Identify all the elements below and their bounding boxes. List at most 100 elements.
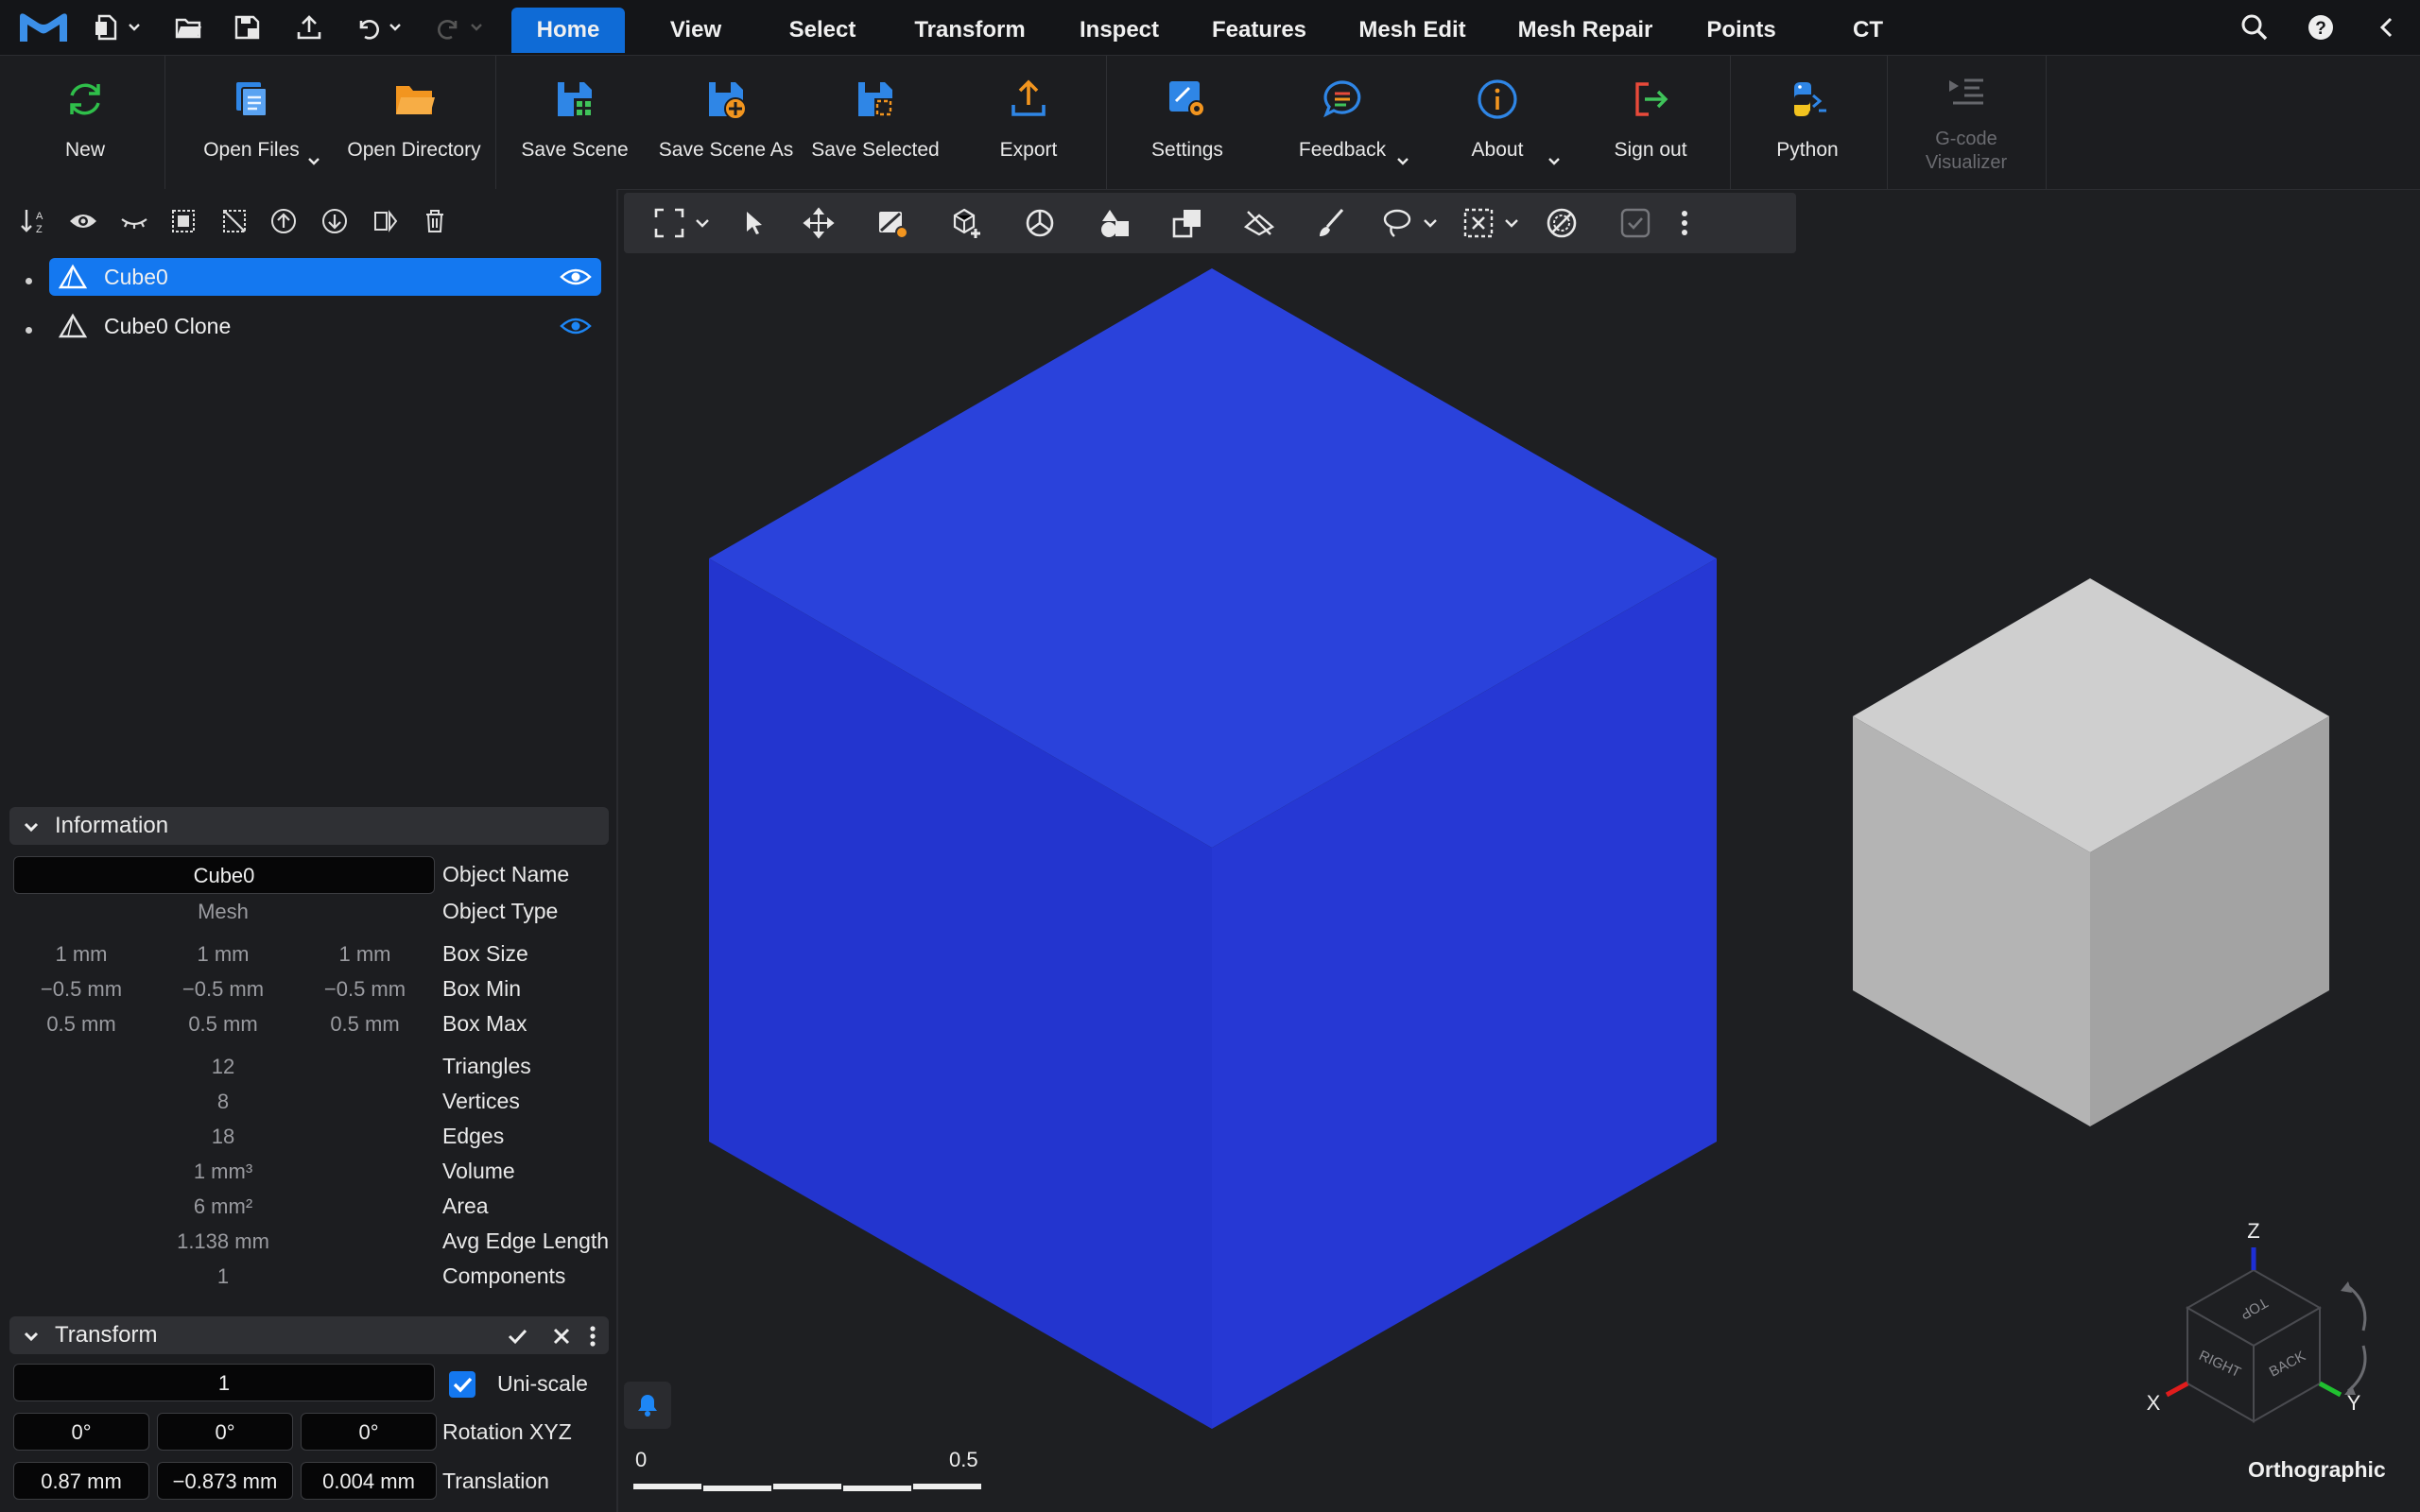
sign-out-button[interactable]: Sign out	[1594, 56, 1707, 189]
feedback-button[interactable]: Feedback	[1286, 56, 1399, 189]
tab-transform[interactable]: Transform	[902, 8, 1038, 53]
tab-mesh-edit[interactable]: Mesh Edit	[1346, 8, 1478, 53]
ribbon-separator	[1730, 56, 1731, 189]
object-type-value: Mesh	[198, 900, 249, 923]
save-selected-button[interactable]: Save Selected	[809, 56, 942, 189]
collapse-arrow-icon[interactable]	[2371, 11, 2403, 43]
reset-x-icon[interactable]	[552, 1327, 571, 1346]
lasso-icon[interactable]	[1380, 206, 1414, 240]
translation-y-input[interactable]: −0.873 mm	[157, 1462, 293, 1500]
chevron-down-icon[interactable]	[306, 154, 321, 169]
search-icon[interactable]	[2238, 11, 2271, 43]
transform-section-header[interactable]: Transform	[9, 1316, 609, 1354]
box-max-x: 0.5 mm	[46, 1012, 116, 1036]
cube0-mesh[interactable]	[709, 268, 1717, 1429]
open-directory-button[interactable]: Open Directory	[340, 56, 488, 189]
apply-check-icon[interactable]	[507, 1326, 527, 1347]
save-scene-button[interactable]: Save Scene	[518, 56, 631, 189]
sort-icon[interactable]: AZ	[19, 206, 49, 236]
object-name-input[interactable]: Cube0	[13, 856, 435, 894]
chevron-down-icon[interactable]	[1395, 154, 1410, 169]
rotation-x-input[interactable]: 0°	[13, 1413, 149, 1451]
tab-ct[interactable]: CT	[1830, 8, 1906, 53]
uniscale-checkbox[interactable]	[448, 1370, 476, 1399]
new-file-quick-button[interactable]	[93, 9, 142, 45]
notifications-button[interactable]	[624, 1382, 671, 1429]
redo-button[interactable]	[435, 9, 484, 45]
chevron-down-icon[interactable]	[1503, 206, 1520, 240]
tab-mesh-repair[interactable]: Mesh Repair	[1507, 8, 1664, 53]
tab-select[interactable]: Select	[773, 8, 872, 53]
projection-mode-label[interactable]: Orthographic	[2248, 1457, 2386, 1483]
visibility-eye-icon[interactable]	[560, 267, 592, 286]
eye-closed-icon[interactable]	[119, 206, 149, 236]
tab-inspect[interactable]: Inspect	[1063, 8, 1176, 53]
deselect-icon[interactable]	[219, 206, 250, 236]
tab-view[interactable]: View	[648, 8, 743, 53]
3d-viewport[interactable]: TOP RIGHT BACK Z X Y	[618, 189, 2420, 1512]
help-icon[interactable]: ?	[2305, 11, 2337, 43]
new-button[interactable]: New	[28, 56, 142, 189]
box-size-y: 1 mm	[197, 942, 250, 966]
save-scene-as-button[interactable]: Save Scene As	[658, 56, 794, 189]
move-down-icon[interactable]	[320, 206, 350, 236]
flip-icon[interactable]	[371, 206, 401, 236]
duplicate-icon[interactable]	[1170, 206, 1204, 240]
mesh-analysis-icon[interactable]	[1023, 206, 1057, 240]
tab-points[interactable]: Points	[1692, 8, 1790, 53]
move-up-icon[interactable]	[268, 206, 299, 236]
chevron-down-icon[interactable]	[1422, 206, 1439, 240]
chevron-down-icon[interactable]	[694, 206, 711, 240]
more-vertical-icon[interactable]	[1679, 206, 1690, 240]
export-button[interactable]: Export	[972, 56, 1085, 189]
gcode-visualizer-button[interactable]: G-code Visualizer	[1910, 56, 2023, 189]
trash-icon[interactable]	[420, 206, 450, 236]
open-quick-button[interactable]	[174, 9, 202, 45]
chevron-down-icon[interactable]	[1547, 154, 1562, 169]
section-plane-icon[interactable]	[1242, 206, 1276, 240]
export-quick-button[interactable]	[295, 9, 323, 45]
y-axis-line	[2318, 1381, 2342, 1398]
transform-header-label: Transform	[55, 1322, 158, 1348]
undo-button[interactable]	[354, 9, 403, 45]
rotate-down-arrow-icon[interactable]	[2347, 1345, 2367, 1393]
box-select-remove-icon[interactable]	[1461, 206, 1495, 240]
open-files-button[interactable]: Open Files	[195, 56, 308, 189]
cube0-clone-mesh[interactable]	[1853, 578, 2329, 1126]
translation-x-input[interactable]: 0.87 mm	[13, 1462, 149, 1500]
box-min-y: −0.5 mm	[182, 977, 265, 1001]
tree-item-cube0-clone[interactable]: Cube0 Clone	[49, 307, 601, 345]
fit-view-icon[interactable]	[652, 206, 686, 240]
settings-button[interactable]: Settings	[1131, 56, 1244, 189]
refresh-icon	[70, 83, 100, 115]
add-mesh-icon[interactable]	[949, 206, 983, 240]
triangles-value: 12	[211, 1055, 235, 1078]
eye-icon[interactable]	[68, 206, 98, 236]
move-icon[interactable]	[802, 206, 836, 240]
save-quick-button[interactable]	[233, 9, 261, 45]
information-section-header[interactable]: Information	[9, 807, 609, 845]
box-size-x: 1 mm	[55, 942, 108, 966]
rotation-z-input[interactable]: 0°	[301, 1413, 437, 1451]
brush-icon[interactable]	[1314, 206, 1348, 240]
select-all-icon[interactable]	[168, 206, 199, 236]
visibility-eye-icon[interactable]	[560, 317, 592, 335]
scale-input[interactable]: 1	[13, 1364, 435, 1401]
pointer-icon[interactable]	[737, 206, 771, 240]
more-vertical-icon[interactable]	[588, 1325, 597, 1348]
tree-item-cube0[interactable]: Cube0	[49, 258, 601, 296]
tree-bullet	[26, 327, 32, 334]
python-button[interactable]: Python	[1751, 56, 1864, 189]
view-cube-gizmo[interactable]: TOP RIGHT BACK Z X Y	[2147, 1219, 2367, 1423]
confirm-disabled-icon[interactable]	[1618, 206, 1652, 240]
about-button[interactable]: About	[1441, 56, 1554, 189]
translation-z-input[interactable]: 0.004 mm	[301, 1462, 437, 1500]
material-settings-icon[interactable]	[875, 206, 909, 240]
avg-edge-length-value: 1.138 mm	[177, 1229, 269, 1253]
disable-icon[interactable]	[1545, 206, 1579, 240]
tab-features[interactable]: Features	[1201, 8, 1318, 53]
sign-out-icon	[1635, 82, 1668, 116]
primitives-icon[interactable]	[1097, 206, 1131, 240]
rotation-y-input[interactable]: 0°	[157, 1413, 293, 1451]
tab-home[interactable]: Home	[511, 8, 625, 53]
